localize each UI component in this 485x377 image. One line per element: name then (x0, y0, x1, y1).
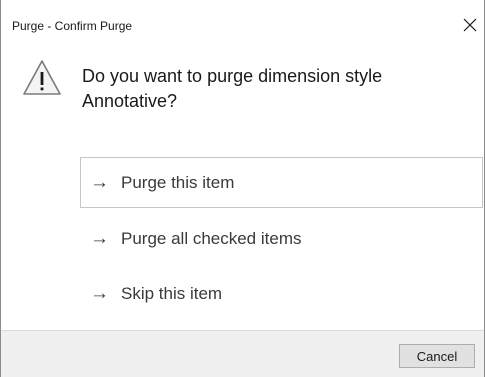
close-button[interactable] (459, 14, 481, 36)
confirm-purge-dialog: Purge - Confirm Purge Do you want to pur… (0, 0, 485, 377)
warning-icon (23, 60, 61, 95)
arrow-right-icon: → (90, 227, 109, 249)
dialog-title: Purge - Confirm Purge (12, 19, 133, 33)
command-label: Purge this item (121, 172, 235, 192)
skip-this-item-button[interactable]: → Skip this item (80, 268, 483, 319)
confirm-message: Do you want to purge dimension style Ann… (82, 66, 383, 111)
dialog-footer: Cancel (1, 330, 484, 377)
purge-all-checked-items-button[interactable]: → Purge all checked items (80, 213, 483, 264)
purge-this-item-button[interactable]: → Purge this item (80, 157, 483, 208)
arrow-right-icon: → (90, 282, 109, 304)
title-bar: Purge - Confirm Purge (1, 0, 484, 40)
arrow-right-icon: → (90, 171, 109, 193)
command-label: Purge all checked items (121, 228, 302, 248)
cancel-button[interactable]: Cancel (399, 344, 475, 368)
close-icon (463, 18, 477, 32)
command-label: Skip this item (121, 283, 223, 303)
